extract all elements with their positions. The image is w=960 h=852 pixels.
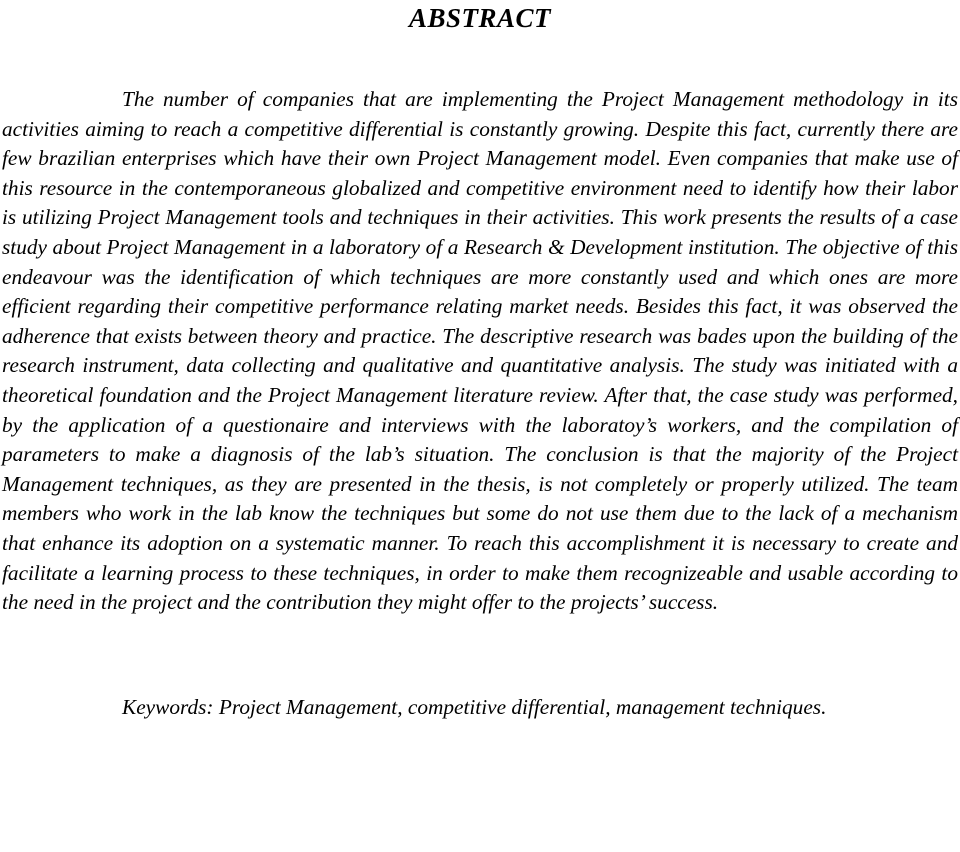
abstract-body: The number of companies that are impleme… (0, 85, 960, 722)
document-page: ABSTRACT The number of companies that ar… (0, 5, 960, 852)
keywords-paragraph: Keywords: Project Management, competitiv… (122, 694, 827, 719)
page-title: ABSTRACT (408, 3, 552, 33)
abstract-paragraph: The number of companies that are impleme… (2, 87, 958, 615)
